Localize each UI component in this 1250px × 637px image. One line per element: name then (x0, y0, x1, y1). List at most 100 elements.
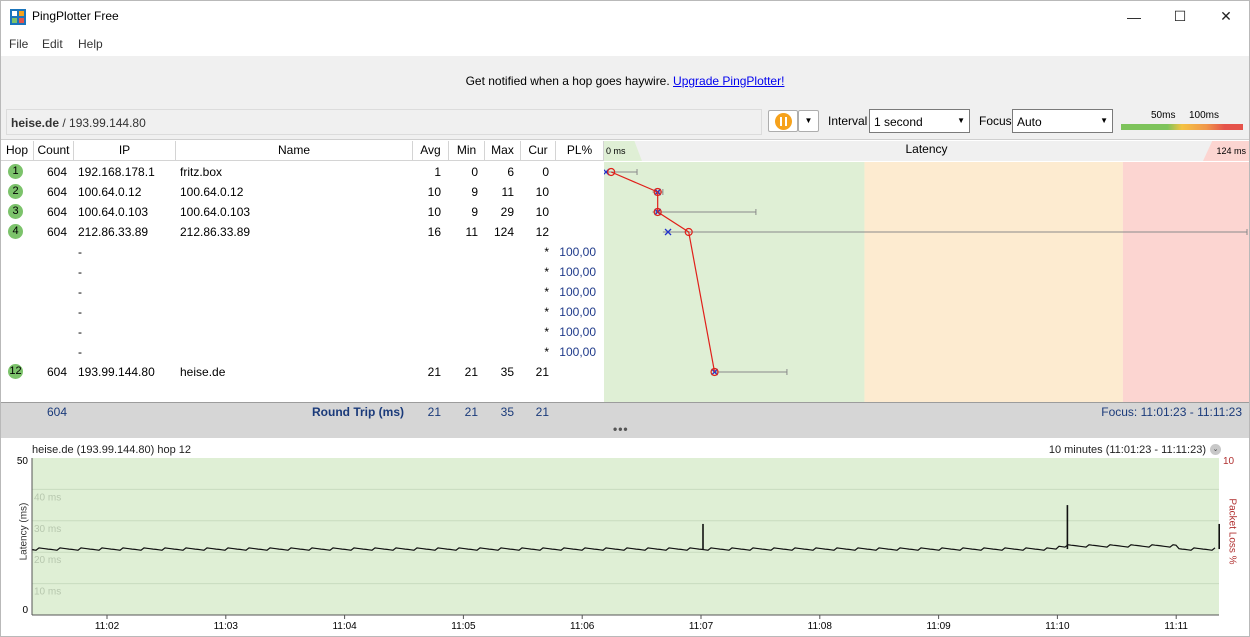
x-tick-label: 11:09 (926, 621, 951, 632)
close-button[interactable]: ✕ (1203, 1, 1249, 32)
cell-min: 11 (465, 225, 478, 239)
gridline-label: 30 ms (34, 524, 61, 535)
table-row[interactable]: - * 100,00 (1, 282, 604, 302)
table-row[interactable]: 12 604 193.99.144.80 heise.de 21 21 35 21 (1, 362, 604, 382)
pause-button[interactable] (768, 110, 798, 132)
cell-name: 100.64.0.103 (180, 205, 251, 219)
cell-ip: - (78, 245, 82, 259)
table-row[interactable]: - * 100,00 (1, 262, 604, 282)
table-row[interactable]: - * 100,00 (1, 322, 604, 342)
cell-avg: 1 (434, 165, 441, 179)
table-row[interactable]: - * 100,00 (1, 302, 604, 322)
summary-label: Round Trip (ms) (312, 405, 404, 419)
col-count[interactable]: Count (34, 141, 74, 161)
maximize-button[interactable]: ☐ (1157, 1, 1203, 32)
gridline-label: 20 ms (34, 555, 61, 566)
cell-max: 6 (507, 165, 514, 179)
cell-cur: * (544, 305, 549, 319)
cell-avg: 10 (427, 205, 441, 219)
hop-badge: 2 (8, 184, 23, 199)
hop-grid: 1 604 192.168.178.1 fritz.box 1 0 6 0 2 604 100.64… (1, 162, 604, 402)
cell-min: 9 (471, 205, 478, 219)
col-max[interactable]: Max (485, 141, 521, 161)
trace-options-dropdown[interactable]: ▼ (798, 110, 819, 132)
table-row[interactable]: 3 604 100.64.0.103 100.64.0.103 10 9 29 10 (1, 202, 604, 222)
minimize-button[interactable]: — (1111, 1, 1157, 32)
chevron-down-icon: ▼ (1100, 116, 1108, 125)
graph-title: heise.de (193.99.144.80) hop 12 (32, 444, 192, 456)
interval-select[interactable]: 1 second ▼ (869, 109, 970, 133)
cell-packet-loss: 100,00 (559, 345, 596, 359)
hop-badge: 1 (8, 164, 23, 179)
cell-cur: * (544, 345, 549, 359)
cell-cur: 12 (535, 225, 549, 239)
x-tick-label: 11:03 (214, 621, 239, 632)
timeline-graph: 40 ms 30 ms 20 ms 10 ms 50 0 10 11:02 11:03 11:04… (1, 438, 1249, 636)
y2-axis-label: Packet Loss % (1226, 498, 1238, 565)
upgrade-link[interactable]: Upgrade PingPlotter! (673, 74, 784, 88)
pingplotter-app-icon (10, 9, 26, 25)
col-name[interactable]: Name (176, 141, 413, 161)
table-row[interactable]: 2 604 100.64.0.12 100.64.0.12 10 9 11 10 (1, 182, 604, 202)
col-cur[interactable]: Cur (521, 141, 556, 161)
target-input[interactable]: heise.de / 193.99.144.80 (6, 109, 762, 135)
zone-warn (864, 162, 1123, 402)
summary-avg: 21 (427, 405, 441, 419)
cell-packet-loss: 100,00 (559, 265, 596, 279)
table-row[interactable]: - * 100,00 (1, 242, 604, 262)
cell-max: 11 (501, 185, 514, 199)
col-min[interactable]: Min (449, 141, 485, 161)
summary-row: 604 Round Trip (ms) 21 21 35 21 Focus: 1… (1, 402, 1249, 421)
close-icon: ✕ (1220, 8, 1232, 24)
legend-50ms: 50ms (1151, 110, 1176, 121)
menu-file[interactable]: File (9, 37, 28, 51)
cell-count: 604 (46, 185, 67, 199)
focus-select[interactable]: Auto ▼ (1012, 109, 1113, 133)
drag-handle-icon[interactable]: ••• (613, 422, 629, 436)
y-tick-bottom: 0 (22, 605, 28, 616)
pause-icon (775, 113, 792, 130)
table-row[interactable]: 1 604 192.168.178.1 fritz.box 1 0 6 0 (1, 162, 604, 182)
col-hop[interactable]: Hop (1, 141, 34, 161)
target-label: heise.de / 193.99.144.80 (11, 116, 146, 130)
cell-cur: * (544, 265, 549, 279)
plot-area (32, 458, 1219, 615)
cell-avg: 21 (427, 365, 441, 379)
menu-edit[interactable]: Edit (42, 37, 63, 51)
graph-time-range[interactable]: 10 minutes (11:01:23 - 11:11:23) (1049, 444, 1206, 456)
cell-min: 0 (471, 165, 478, 179)
cell-packet-loss: 100,00 (559, 285, 596, 299)
zone-bad (1122, 162, 1249, 402)
cell-ip: - (78, 305, 82, 319)
x-tick-label: 11:06 (570, 621, 595, 632)
menu-help[interactable]: Help (78, 37, 103, 51)
latency-header: 0 ms Latency 124 ms (604, 141, 1249, 161)
title-bar[interactable]: PingPlotter Free — ☐ ✕ (1, 1, 1249, 32)
focus-value: Auto (1017, 115, 1042, 129)
col-pl[interactable]: PL% (556, 141, 604, 161)
banner-text: Get notified when a hop goes haywire. (465, 74, 674, 88)
cell-cur: * (544, 285, 549, 299)
time-range-dropdown-icon[interactable]: ⌄ (1210, 444, 1221, 455)
table-row[interactable]: 4 604 212.86.33.89 212.86.33.89 16 11 124 12 (1, 222, 604, 242)
latency-color-legend: 50ms 100ms (1121, 110, 1243, 132)
pingplotter-window: PingPlotter Free — ☐ ✕ File Edit Help Ge… (0, 0, 1250, 637)
grid-header: Hop Count IP Name Avg Min Max Cur PL% 0 … (1, 141, 1249, 161)
pane-splitter[interactable]: ••• (1, 421, 1249, 438)
gridline-label: 10 ms (34, 587, 61, 598)
col-ip[interactable]: IP (74, 141, 176, 161)
cell-name: 100.64.0.12 (180, 185, 244, 199)
cell-count: 604 (46, 205, 67, 219)
cell-cur: * (544, 325, 549, 339)
latency-max-label: 124 ms (1216, 146, 1246, 156)
cell-name: heise.de (180, 365, 226, 379)
cell-ip: 192.168.178.1 (78, 165, 155, 179)
col-avg[interactable]: Avg (413, 141, 449, 161)
table-row[interactable]: - * 100,00 (1, 342, 604, 362)
summary-min: 21 (464, 405, 478, 419)
focus-label: Focus (979, 114, 1012, 128)
interval-label: Interval (828, 114, 868, 128)
chevron-down-icon: ▼ (804, 116, 813, 125)
x-tick-label: 11:11 (1164, 621, 1188, 632)
cell-count: 604 (46, 365, 67, 379)
